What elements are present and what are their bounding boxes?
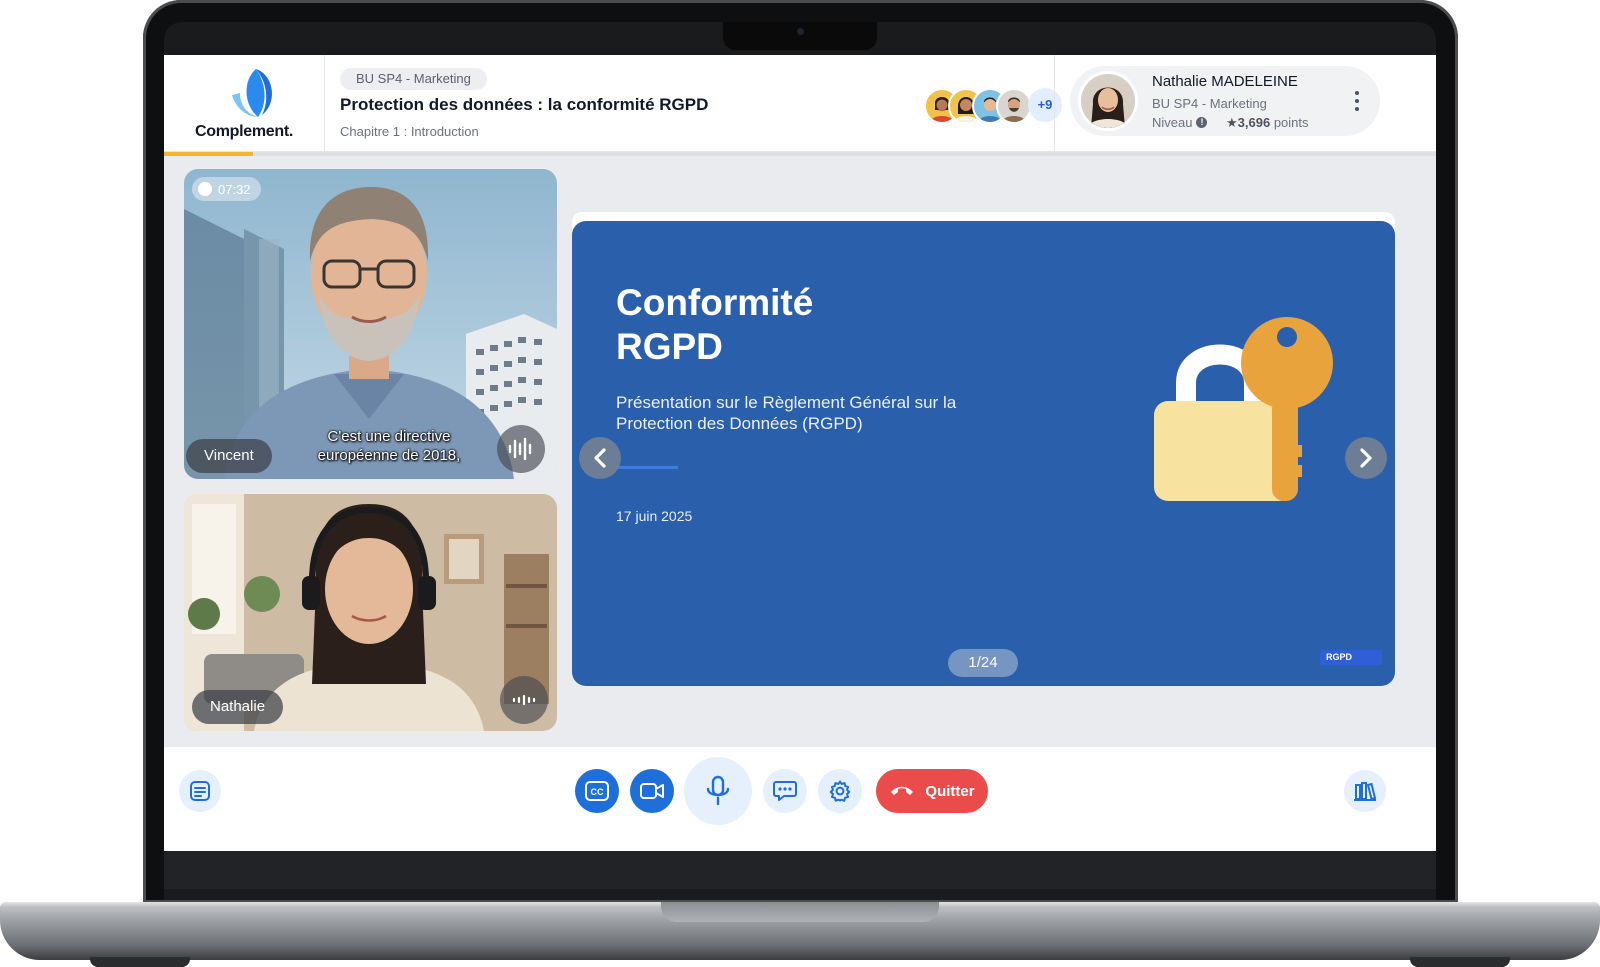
settings-button[interactable] (818, 769, 862, 813)
brand-logo[interactable]: Complement. (164, 55, 325, 151)
header-divider (1054, 55, 1055, 151)
presentation-slide: Conformité RGPD Présentation sur le Règl… (572, 221, 1395, 686)
camera-button[interactable] (630, 769, 674, 813)
captions-button[interactable]: CC (575, 769, 619, 813)
next-slide-button[interactable] (1345, 437, 1387, 479)
microphone-button[interactable] (684, 757, 752, 825)
course-title: Protection des données : la conformité R… (340, 95, 709, 114)
user-level: Niveau ! (1152, 115, 1208, 130)
timer-value: 07:32 (218, 181, 251, 197)
record-icon (198, 182, 212, 196)
live-subtitle: C'est une directive européenne de 2018, (317, 428, 461, 464)
level-label: Niveau (1152, 115, 1193, 130)
app-screen: Complement. BU SP4 - Marketing Protectio… (164, 55, 1436, 851)
speaker-video-tile[interactable]: 07:32 Vincent C'est une directive europé… (184, 169, 557, 479)
quit-label: Quitter (925, 782, 975, 800)
chat-button[interactable] (763, 769, 807, 813)
hangup-icon (891, 786, 914, 795)
logo-icon (232, 69, 273, 117)
audio-wave-icon (508, 437, 532, 461)
brand-name: Complement. (194, 123, 294, 140)
self-video-tile[interactable]: Nathalie (184, 494, 557, 731)
camera-notch (723, 22, 877, 50)
chevron-right-icon (1360, 448, 1372, 468)
chat-icon (773, 781, 797, 801)
more-participants-count[interactable]: +9 (1028, 88, 1062, 122)
course-unit-badge: BU SP4 - Marketing (340, 68, 487, 90)
gear-icon (829, 780, 851, 802)
laptop-foot-right (1410, 957, 1510, 967)
recording-timer: 07:32 (192, 177, 261, 201)
points-unit: points (1273, 115, 1309, 130)
library-icon (1354, 782, 1377, 801)
info-icon[interactable]: ! (1196, 117, 1208, 128)
slide-title: Conformité RGPD (616, 281, 976, 369)
user-profile-card[interactable]: Nathalie MADELEINE BU SP4 - Marketing Ni… (1070, 66, 1380, 136)
microphone-icon (706, 775, 730, 806)
course-progress-track (164, 152, 1436, 156)
audio-wave-icon (512, 694, 536, 706)
header-bar: Complement. BU SP4 - Marketing Protectio… (164, 55, 1436, 152)
call-toolbar: CC Quitter (164, 747, 1436, 851)
laptop-chin (164, 851, 1436, 889)
notes-icon (190, 781, 210, 801)
library-button[interactable] (1344, 770, 1386, 812)
points-value: ★3,696 (1226, 115, 1271, 130)
notes-button[interactable] (179, 770, 221, 812)
speaker-audio-level[interactable] (497, 425, 545, 473)
camera-icon (640, 783, 664, 799)
quit-call-button[interactable]: Quitter (876, 769, 988, 813)
course-progress-fill (164, 152, 253, 156)
user-unit: BU SP4 - Marketing (1152, 96, 1267, 111)
svg-text:CC: CC (591, 787, 604, 797)
more-options-icon[interactable] (1352, 89, 1362, 113)
participant-avatar (996, 88, 1032, 124)
user-name: Nathalie MADELEINE (1152, 73, 1298, 90)
user-points: ★3,696 points (1226, 115, 1309, 131)
slide-description: Présentation sur le Règlement Général su… (616, 393, 957, 433)
lock-key-icon (1154, 317, 1333, 501)
speaker-name-label: Vincent (186, 439, 272, 473)
slide-divider (616, 466, 678, 469)
user-avatar (1078, 71, 1138, 131)
self-name-label: Nathalie (192, 690, 284, 724)
course-chapter: Chapitre 1 : Introduction (340, 124, 479, 139)
chevron-left-icon (594, 448, 606, 468)
slide-tag: RGPD (1320, 650, 1382, 665)
webcam-lens (797, 28, 804, 35)
slide-page-indicator: 1/24 (948, 649, 1018, 677)
previous-slide-button[interactable] (579, 437, 621, 479)
laptop-opening-notch (661, 902, 939, 922)
slide-title-line: Conformité (616, 282, 814, 323)
self-audio-level[interactable] (500, 676, 548, 724)
slide-date: 17 juin 2025 (616, 508, 693, 524)
laptop-foot-left (90, 957, 190, 967)
captions-icon: CC (585, 781, 609, 801)
slide-title-line: RGPD (616, 326, 723, 367)
